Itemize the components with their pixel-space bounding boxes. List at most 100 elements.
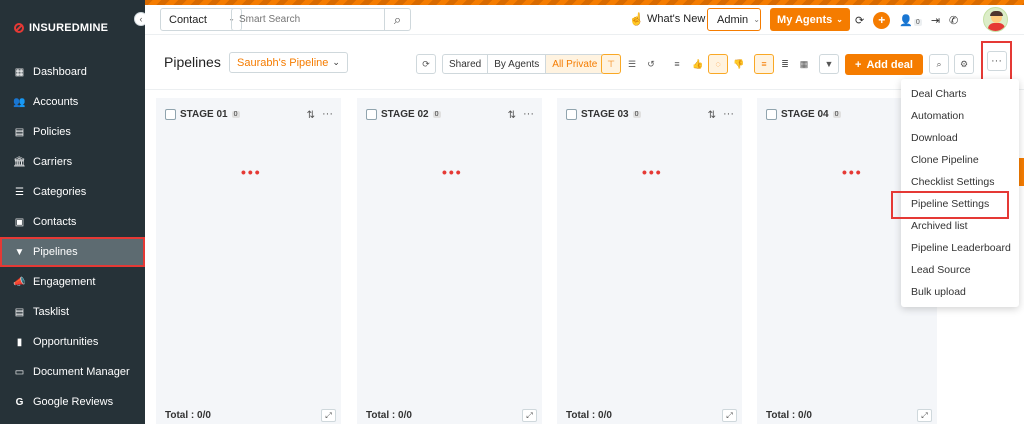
stage-total: Total : 0/0 [165,410,211,421]
more-icon[interactable]: ··· [523,108,534,120]
tasklist-icon: ▤ [14,306,25,318]
menu-item-clone-pipeline[interactable]: Clone Pipeline [901,149,1019,171]
menu-icon: ≡ [674,59,680,69]
sync-icon[interactable]: ⟳ [855,14,864,27]
sidebar-item-accounts[interactable]: 👥 Accounts [0,87,145,117]
avatar-body [988,23,1005,31]
expand-icon[interactable]: ⤢ [522,409,537,422]
won-deals-button[interactable]: 👍 [689,54,707,74]
contacts-icon: ▣ [14,216,25,228]
menu-item-deal-charts[interactable]: Deal Charts [901,83,1019,105]
settings-button[interactable]: ⚙ [954,54,974,74]
stage-checkbox[interactable] [366,109,377,120]
role-value: Admin [717,13,749,26]
whats-new-link[interactable]: ☝ What's New [629,12,705,26]
phone-icon[interactable]: ✆ [949,14,958,27]
board-view-button[interactable]: ≡ [754,54,774,74]
smart-search: ⌕ [231,8,411,31]
opportunities-icon: ▮ [16,336,23,348]
menu-item-pipeline-leaderboard[interactable]: Pipeline Leaderboard [901,237,1019,259]
sidebar-item-tasklist[interactable]: ▤ Tasklist [0,297,145,327]
more-icon[interactable]: ··· [322,108,333,120]
search-type-select[interactable]: Contact ⌄ [160,8,242,31]
stage-name: STAGE 02 [381,109,429,120]
filter-shared[interactable]: Shared [443,55,489,73]
expand-icon[interactable]: ⤢ [321,409,336,422]
sidebar-item-opportunities[interactable]: ▮ Opportunities [0,327,145,357]
sidebar-item-carriers[interactable]: 🏛 Carriers [0,147,145,177]
all-deals-button[interactable]: ≡ [668,54,686,74]
loading-indicator: ••• [241,164,262,180]
search-icon[interactable]: ⌕ [384,9,410,30]
sidebar-item-categories[interactable]: ☰ Categories [0,177,145,207]
pipeline-select[interactable]: Saurabh's Pipeline ⌄ [229,52,348,73]
list-icon: ☰ [627,58,637,69]
menu-item-download[interactable]: Download [901,127,1019,149]
menu-item-pipeline-settings[interactable]: Pipeline Settings [891,191,1019,219]
role-select[interactable]: Admin ⌄ [707,8,761,31]
loading-indicator: ••• [842,164,863,180]
pin-view-button[interactable]: ⊤ [601,54,621,74]
add-deal-label: Add deal [866,58,913,71]
more-icon[interactable]: ··· [723,108,734,120]
plus-icon: + [855,58,862,71]
chevron-down-icon: ⌄ [836,15,843,24]
sidebar-item-contacts[interactable]: ▣ Contacts [0,207,145,237]
accounts-icon: 👥 [13,96,26,108]
refresh-button[interactable]: ⟳ [416,54,436,74]
list-layout-button[interactable]: ≣ [776,54,794,74]
search-type-value: Contact [169,13,207,26]
sidebar-item-policies[interactable]: ▤ Policies [0,117,145,147]
user-notification-icon[interactable]: 👤 0 [899,14,922,27]
stage-count: 0 [632,111,641,118]
logo-text: INSUREDMINE [29,22,109,34]
stage-checkbox[interactable] [165,109,176,120]
add-deal-button[interactable]: + Add deal [845,54,923,75]
open-deals-button[interactable]: ◌ [708,54,728,74]
stage-header: STAGE 02 0 [366,109,441,120]
side-tab[interactable] [1019,158,1024,186]
avatar[interactable] [983,7,1008,32]
menu-item-bulk-upload[interactable]: Bulk upload [901,281,1019,303]
logout-icon[interactable]: ⇥ [931,14,940,27]
sidebar-item-label: Policies [33,126,71,138]
list-view-button[interactable]: ☰ [623,54,641,74]
search-deals-button[interactable]: ⌕ [929,54,949,74]
sidebar-item-document-manager[interactable]: ▭ Document Manager [0,357,145,387]
filter-all-private[interactable]: All Private [546,55,604,73]
my-agents-button[interactable]: My Agents ⌄ [770,8,850,31]
grid-layout-button[interactable]: ▦ [795,54,813,74]
lost-deals-button[interactable]: 👎 [730,54,748,74]
sidebar-item-label: Carriers [33,156,73,168]
logo[interactable]: INSUREDMINE [14,22,108,34]
menu-item-lead-source[interactable]: Lead Source [901,259,1019,281]
refresh-icon: ⟳ [422,58,430,69]
filter-button[interactable]: ▼ [819,54,839,74]
pipelines-icon: ▼ [14,246,25,258]
sidebar-item-dashboard[interactable]: ▦ Dashboard [0,57,145,87]
search-input[interactable] [232,14,382,25]
stage-column: STAGE 02 0 ⇅ ··· ••• Total : 0/0 ⤢ [357,98,542,424]
sort-icon[interactable]: ⇅ [508,110,516,121]
add-icon[interactable]: + [873,11,891,29]
sidebar-item-label: Engagement [33,276,96,288]
history-button[interactable]: ↺ [642,54,660,74]
more-options-button[interactable]: ··· [981,41,1012,81]
sidebar-item-google-reviews[interactable]: G Google Reviews [0,387,145,417]
stage-checkbox[interactable] [566,109,577,120]
sidebar-item-pipelines[interactable]: ▼ Pipelines [0,237,145,267]
sidebar-item-engagement[interactable]: 📣 Engagement [0,267,145,297]
sort-icon[interactable]: ⇅ [307,110,315,121]
sort-icon[interactable]: ⇅ [708,110,716,121]
pin-icon: ⊤ [607,58,615,69]
sidebar: INSUREDMINE ▦ Dashboard 👥 Accounts ▤ Pol… [0,0,145,424]
sidebar-nav: ▦ Dashboard 👥 Accounts ▤ Policies 🏛 Carr… [0,57,145,417]
expand-icon[interactable]: ⤢ [917,409,932,422]
filter-by-agents[interactable]: By Agents [488,55,547,73]
sidebar-item-label: Tasklist [33,306,70,318]
stage-checkbox[interactable] [766,109,777,120]
menu-item-automation[interactable]: Automation [901,105,1019,127]
menu-item-checklist-settings[interactable]: Checklist Settings [901,171,1019,193]
expand-icon[interactable]: ⤢ [722,409,737,422]
folder-icon: ▭ [14,366,25,378]
